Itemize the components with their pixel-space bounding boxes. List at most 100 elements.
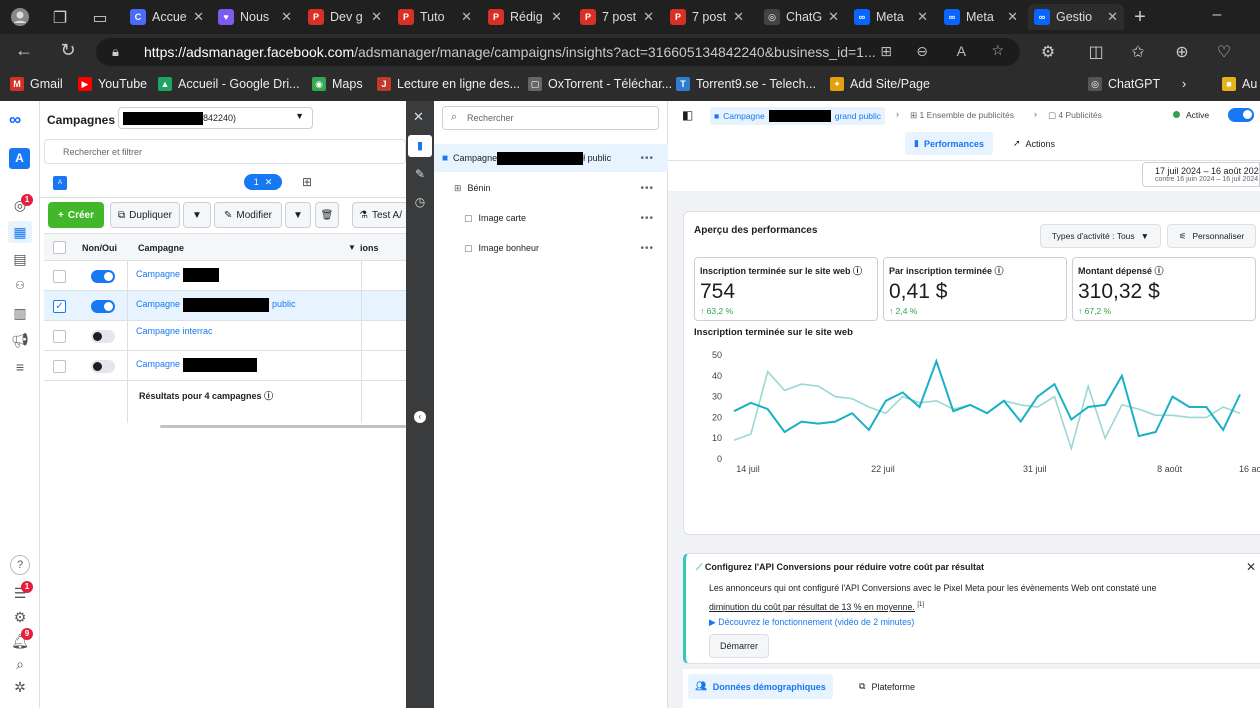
duplicate-dropdown[interactable]: ▼ — [183, 202, 211, 228]
row-checkbox[interactable] — [53, 330, 66, 343]
edit-button[interactable]: ✎ Modifier — [214, 202, 282, 228]
kpi-card[interactable]: Inscription terminée sur le site web ⓘ 75… — [694, 257, 878, 321]
back-icon[interactable]: ← — [12, 40, 36, 61]
bookmark-item[interactable]: ■ Au — [1222, 77, 1257, 91]
browser-tab[interactable]: ♥ Nous ✕ — [212, 4, 298, 30]
adsets-grid-icon[interactable]: ⊞ — [302, 175, 312, 189]
breadcrumb-ads[interactable]: ▢ 4 Publicités — [1048, 110, 1102, 121]
table-row[interactable]: Campagne — [44, 261, 406, 291]
close-tab-icon[interactable]: ✕ — [828, 9, 839, 25]
browser-tab[interactable]: C Accue ✕ — [124, 4, 210, 30]
campaign-name-link[interactable]: Campagne — [136, 356, 258, 372]
horizontal-scrollbar[interactable] — [160, 425, 406, 428]
tab-performance[interactable]: ▮ Performances — [905, 132, 993, 155]
advertising-icon[interactable]: 📢︎ — [8, 329, 32, 351]
row-checkbox[interactable]: ✓ — [53, 300, 66, 313]
campaign-name-link[interactable]: Campagne — [136, 266, 220, 282]
col-more[interactable]: ions — [360, 243, 379, 253]
extensions-icon[interactable]: ⚙ — [1036, 42, 1060, 62]
breadcrumb-adsets[interactable]: ⊞ 1 Ensemble de publicités — [910, 110, 1014, 121]
tree-adset-row[interactable]: ⊞ Bénin ••• — [434, 174, 668, 202]
start-button[interactable]: Démarrer — [709, 634, 769, 658]
close-banner-icon[interactable]: ✕ — [1246, 560, 1256, 574]
breadcrumb-campaign[interactable]: ■ Campagne grand public — [710, 107, 886, 125]
close-tab-icon[interactable]: ✕ — [551, 9, 562, 25]
kpi-card[interactable]: Montant dépensé ⓘ 310,32 $ ↑ 67,2 % — [1072, 257, 1256, 321]
row-checkbox[interactable] — [53, 270, 66, 283]
browser-tab[interactable]: ∞ Meta ✕ — [938, 4, 1024, 30]
close-icon[interactable]: ✕ — [265, 177, 273, 188]
edit-dropdown[interactable]: ▼ — [285, 202, 311, 228]
campaign-name-link[interactable]: Campagne public — [136, 296, 296, 312]
bookmark-item[interactable]: ✦ Add Site/Page — [830, 77, 930, 91]
settings-icon[interactable]: ⚙ — [8, 606, 32, 628]
edit-tab-icon[interactable]: ✎ — [408, 163, 432, 185]
menu-icon[interactable]: ≡ — [8, 356, 32, 378]
browser-tab[interactable]: ∞ Gestio ✕ — [1028, 4, 1124, 30]
kpi-card[interactable]: Par inscription terminée ⓘ 0,41 $ ↑ 2,4 % — [883, 257, 1067, 321]
browser-tab[interactable]: P Rédig ✕ — [482, 4, 568, 30]
delete-button[interactable]: 🗑︎ — [315, 202, 339, 228]
close-tab-icon[interactable]: ✕ — [371, 9, 382, 25]
bug-report-icon[interactable]: ✲ — [8, 676, 32, 698]
account-selector[interactable]: 842240) ▼ — [118, 107, 313, 129]
new-tab-icon[interactable]: + — [1128, 6, 1152, 29]
duplicate-button[interactable]: ⧉ Dupliquer — [110, 202, 180, 228]
tab-demographics[interactable]: 👥︎ Données démographiques — [688, 674, 833, 699]
browser-tab[interactable]: ◎ ChatG ✕ — [758, 4, 844, 30]
tab-actions-icon[interactable]: ▭ — [88, 8, 112, 28]
close-tab-icon[interactable]: ✕ — [643, 9, 654, 25]
health-icon[interactable]: ♡ — [1212, 42, 1236, 62]
bookmark-item[interactable]: ▢ OxTorrent - Téléchar... — [528, 77, 672, 91]
browser-tab[interactable]: P Tuto ✕ — [392, 4, 478, 30]
bookmark-item[interactable]: ◎ ChatGPT — [1088, 77, 1160, 91]
bookmark-item[interactable]: ▶ YouTube — [78, 77, 147, 91]
browser-tab[interactable]: ∞ Meta ✕ — [848, 4, 934, 30]
close-tab-icon[interactable]: ✕ — [461, 9, 472, 25]
video-link[interactable]: ▶ Découvrez le fonctionnement (vidéo de … — [709, 617, 914, 628]
close-editor-icon[interactable]: ✕ — [413, 109, 424, 125]
campaign-toggle[interactable] — [91, 270, 115, 283]
minimize-icon[interactable]: – — [1205, 6, 1229, 24]
table-row[interactable]: Campagne — [44, 351, 406, 381]
read-aloud-icon[interactable]: A — [957, 43, 966, 59]
close-tab-icon[interactable]: ✕ — [733, 9, 744, 25]
bookmark-item[interactable]: ▲ Accueil - Google Dri... — [158, 77, 300, 91]
col-campaign[interactable]: Campagne — [138, 243, 184, 253]
collections-icon[interactable]: ⊕ — [1170, 42, 1194, 62]
campaign-name-link[interactable]: Campagne interrac — [136, 326, 213, 336]
account-avatar[interactable]: A — [9, 148, 30, 169]
chart-tab-icon[interactable]: ▮ — [408, 135, 432, 157]
create-button[interactable]: + Créer — [48, 202, 104, 228]
tree-search-input[interactable]: ⌕ Rechercher — [442, 106, 659, 130]
more-options-icon[interactable]: ••• — [640, 243, 654, 254]
info-icon[interactable]: ⓘ — [992, 266, 1004, 276]
bookmark-item[interactable]: J Lecture en ligne des... — [377, 77, 520, 91]
tree-ad-row[interactable]: ▢ Image bonheur ••• — [434, 234, 668, 262]
campaign-folder-icon[interactable]: A — [53, 176, 67, 190]
info-icon[interactable]: ⓘ — [264, 391, 273, 401]
apps-icon[interactable]: ⊞ — [880, 43, 892, 60]
close-tab-icon[interactable]: ✕ — [1107, 9, 1118, 25]
tab-actions[interactable]: ➚ Actions — [1004, 132, 1064, 155]
browser-tab[interactable]: P 7 post ✕ — [664, 4, 750, 30]
close-tab-icon[interactable]: ✕ — [1007, 9, 1018, 25]
customize-button[interactable]: ⚟ Personnaliser — [1167, 224, 1256, 248]
info-icon[interactable]: ⓘ — [1152, 266, 1164, 276]
campaigns-table-icon[interactable]: ▦ — [8, 221, 32, 243]
workspaces-icon[interactable]: ❐ — [48, 8, 72, 28]
select-all-checkbox[interactable] — [53, 241, 66, 254]
table-row[interactable]: Campagne interrac — [44, 321, 406, 351]
search-filter-input[interactable]: Rechercher et filtrer — [44, 139, 406, 164]
tree-campaign-row[interactable]: ■ Campagne ł public ••• — [434, 144, 668, 172]
banner-link[interactable]: diminution du coût par résultat de 13 % … — [709, 602, 915, 612]
tab-platform[interactable]: ⧉ Plateforme — [847, 674, 927, 699]
campaign-toggle[interactable] — [91, 330, 115, 343]
bookmark-item[interactable]: T Torrent9.se - Telech... — [676, 77, 816, 91]
meta-logo-icon[interactable]: ∞ — [9, 110, 21, 130]
close-tab-icon[interactable]: ✕ — [917, 9, 928, 25]
close-tab-icon[interactable]: ✕ — [281, 9, 292, 25]
audiences-icon[interactable]: ⚇ — [8, 275, 32, 297]
business-icon[interactable]: ▥ — [8, 302, 32, 324]
favorite-star-icon[interactable]: ☆ — [991, 42, 1004, 59]
